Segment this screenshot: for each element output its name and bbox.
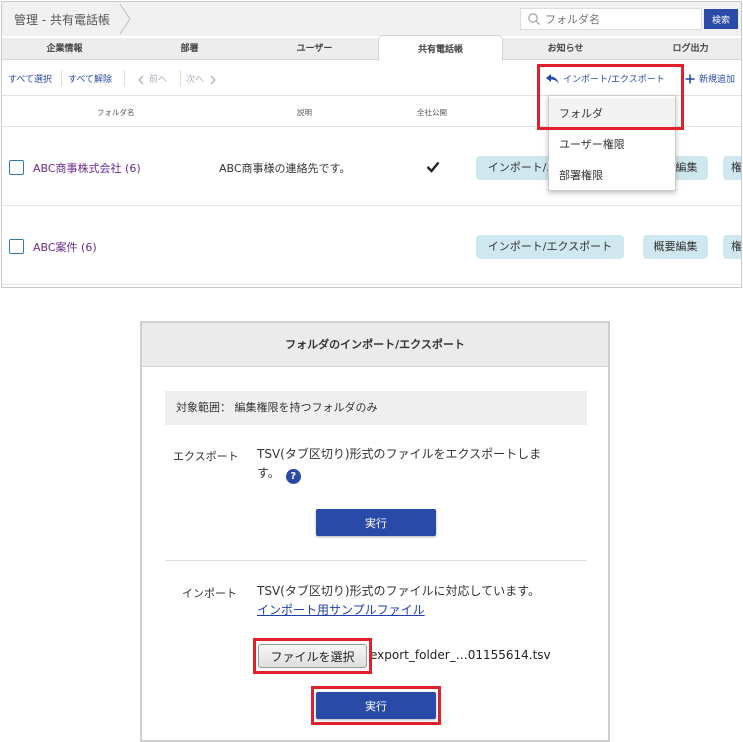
header-bar: 管理 - 共有電話帳 検索 — [2, 2, 741, 36]
export-execute-button[interactable]: 実行 — [316, 509, 436, 536]
tab-company-info[interactable]: 企業情報 — [2, 38, 127, 60]
selected-file-name: export_folder_…01155614.tsv — [370, 648, 551, 662]
breadcrumb-chevron-icon — [119, 3, 131, 35]
select-all-link[interactable]: すべて選択 — [8, 72, 52, 85]
row-import-export-button[interactable]: インポート/エクスポート — [476, 235, 624, 259]
row-checkbox[interactable] — [9, 239, 24, 254]
permission-button[interactable]: 権 — [723, 235, 741, 259]
highlight-box — [311, 686, 441, 725]
tab-notices[interactable]: お知らせ — [503, 38, 628, 60]
tab-log-export[interactable]: ログ出力 — [628, 38, 741, 60]
tab-shared-phonebook[interactable]: 共有電話帳 — [378, 35, 503, 61]
column-description: 説明 — [297, 108, 312, 117]
chevron-right-icon — [210, 75, 216, 85]
export-text-line-2: す。 — [257, 466, 280, 480]
folder-description: ABC商事様の連絡先です。 — [219, 162, 351, 175]
tab-bar: 企業情報 部署 ユーザー 共有電話帳 お知らせ ログ出力 — [2, 35, 741, 61]
plus-icon — [685, 74, 695, 84]
dropdown-item-user-permission[interactable]: ユーザー権限 — [549, 129, 675, 160]
dialog-title: フォルダのインポート/エクスポート — [142, 323, 608, 367]
admin-screen: 管理 - 共有電話帳 検索 企業情報 部署 ユーザー 共有電話帳 お知らせ ログ… — [1, 1, 742, 288]
highlight-box — [253, 638, 372, 674]
search-button[interactable]: 検索 — [704, 9, 738, 29]
dropdown-item-department-permission[interactable]: 部署権限 — [549, 160, 675, 191]
search-box[interactable] — [520, 8, 702, 30]
folder-name-link[interactable]: ABC案件 (6) — [33, 239, 97, 255]
export-label: エクスポート — [173, 450, 239, 463]
import-export-dialog: フォルダのインポート/エクスポート 対象範囲： 編集権限を持つフォルダのみ エク… — [140, 321, 610, 742]
toolbar-divider — [180, 70, 181, 86]
scope-notice: 対象範囲： 編集権限を持つフォルダのみ — [165, 391, 587, 425]
permission-button[interactable]: 権 — [723, 156, 741, 180]
breadcrumb: 管理 - 共有電話帳 — [14, 13, 110, 27]
row-checkbox[interactable] — [9, 160, 24, 175]
search-icon — [528, 13, 540, 25]
import-label: インポート — [182, 587, 237, 600]
toolbar-divider — [124, 70, 125, 86]
tab-departments[interactable]: 部署 — [127, 38, 252, 60]
column-folder-name: フォルダ名 — [97, 108, 135, 117]
export-text-line-1: TSV(タブ区切り)形式のファイルをエクスポートしま — [257, 447, 542, 461]
section-divider — [165, 560, 587, 561]
export-description: TSV(タブ区切り)形式のファイルをエクスポートしま す。? — [257, 445, 587, 484]
tab-users[interactable]: ユーザー — [252, 38, 377, 60]
next-page-link[interactable]: 次へ — [186, 72, 204, 85]
deselect-all-link[interactable]: すべて解除 — [68, 72, 112, 85]
highlight-box — [537, 64, 684, 130]
search-input[interactable] — [545, 11, 695, 27]
import-description: TSV(タブ区切り)形式のファイルに対応しています。 インポート用サンプルファイ… — [257, 582, 597, 620]
sample-file-link[interactable]: インポート用サンプルファイル — [257, 603, 425, 617]
toolbar-divider — [61, 70, 62, 86]
prev-page-link[interactable]: 前へ — [149, 72, 167, 85]
add-new-link[interactable]: 新規追加 — [699, 72, 735, 85]
import-text: TSV(タブ区切り)形式のファイルに対応しています。 — [257, 584, 540, 598]
folder-name-link[interactable]: ABC商事株式会社 (6) — [33, 160, 141, 176]
chevron-left-icon — [138, 75, 144, 85]
column-company-public: 全社公開 — [417, 108, 447, 117]
summary-edit-button[interactable]: 概要編集 — [643, 235, 708, 259]
help-icon[interactable]: ? — [285, 469, 301, 484]
check-icon — [426, 161, 440, 173]
table-row: ABC案件 (6) インポート/エクスポート 概要編集 権 — [2, 207, 741, 285]
